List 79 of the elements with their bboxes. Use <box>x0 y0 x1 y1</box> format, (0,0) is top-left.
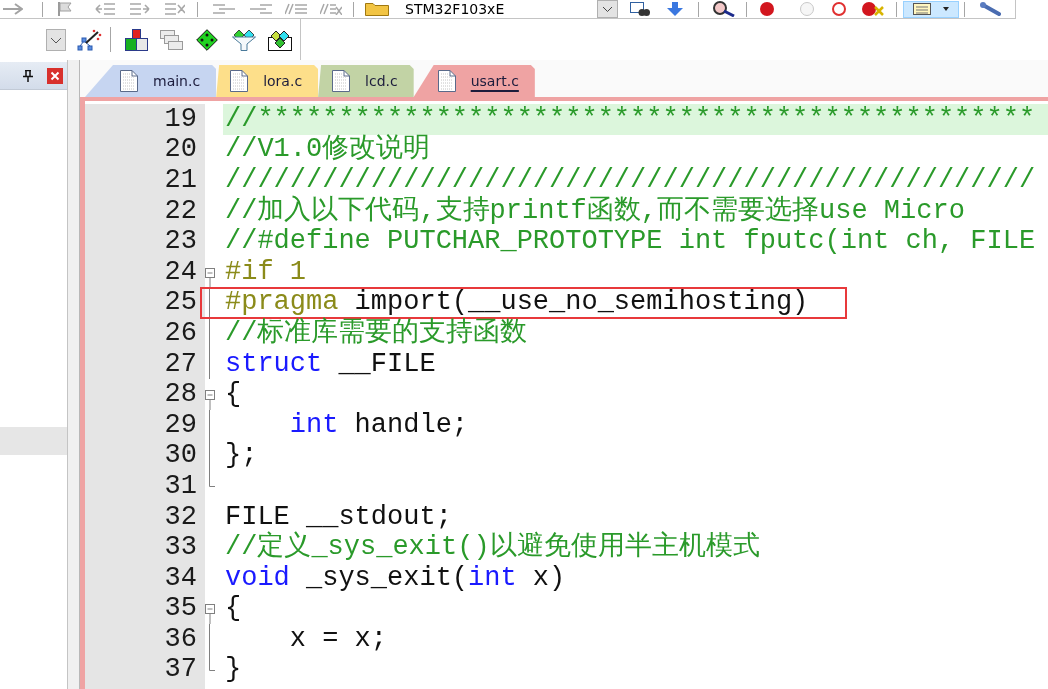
left-arrow-lines-icon[interactable] <box>95 2 115 16</box>
code-line: #pragma import(__use_no_semihosting) <box>225 289 809 317</box>
code-line: }; <box>225 442 258 470</box>
blocks-icon[interactable] <box>125 28 148 51</box>
close-icon[interactable] <box>47 67 63 84</box>
file-tab[interactable]: lora.c <box>216 65 319 97</box>
fold-line <box>209 624 210 655</box>
fold-end-marker <box>209 471 215 488</box>
file-tab[interactable]: lcd.c <box>318 65 414 97</box>
cross-lines-icon[interactable] <box>165 2 185 16</box>
line-number: 36 <box>164 625 197 653</box>
slash-lines-icon[interactable] <box>285 3 307 15</box>
line-number: 24 <box>164 258 197 286</box>
line-number: 26 <box>164 319 197 347</box>
filled-circle-icon[interactable] <box>760 2 774 16</box>
rod-icon[interactable] <box>979 2 1001 16</box>
code-line: //加入以下代码,支持printf函数,而不需要选择use Micro <box>225 197 965 225</box>
outline-circle-icon[interactable] <box>832 2 846 16</box>
stacked-windows-icon[interactable] <box>160 29 183 50</box>
pin-icon[interactable] <box>23 69 33 82</box>
document-icon <box>332 70 351 92</box>
fold-toggle-icon[interactable] <box>205 604 215 625</box>
code-line: //#define PUTCHAR_PROTOTYPE int fputc(int ch, FILE <box>225 228 1036 256</box>
diamonds-box-icon[interactable] <box>268 28 292 51</box>
line-number: 30 <box>164 442 197 470</box>
code-line: ////////////////////////////////////////////////// <box>225 167 1036 194</box>
code-line: //标准库需要的支持函数 <box>225 319 528 347</box>
right-arrow-icon[interactable] <box>3 3 23 15</box>
flag-icon[interactable] <box>58 2 72 16</box>
code-line: { <box>225 595 242 623</box>
code-line: { <box>225 381 242 409</box>
target-dropdown[interactable]: STM32F103xE <box>397 0 618 18</box>
code-line: x = x; <box>288 625 388 653</box>
line-number: 21 <box>164 167 197 194</box>
code-line: int handle; <box>288 411 469 439</box>
chevron-icon[interactable] <box>597 0 618 18</box>
line-number: 22 <box>164 197 197 225</box>
code-line: void _sys_exit(int x) <box>225 564 566 592</box>
window-binoculars-icon[interactable] <box>630 2 650 16</box>
list-window-icon <box>913 3 931 15</box>
line-number: 33 <box>164 534 197 562</box>
line-number: 37 <box>164 656 197 684</box>
document-icon <box>230 70 249 92</box>
line-number: 20 <box>164 136 197 164</box>
line-number: 19 <box>164 105 197 133</box>
line-number: 27 <box>164 350 197 378</box>
magnifier-icon[interactable] <box>713 1 735 17</box>
slash-lines-cross-icon[interactable] <box>320 3 342 15</box>
code-line: FILE __stdout; <box>225 503 452 531</box>
code-line: //************************************************ <box>225 105 1036 133</box>
file-tab[interactable]: usart.c <box>413 65 535 97</box>
folder-icon[interactable] <box>365 2 389 16</box>
magic-wand-icon[interactable] <box>77 28 102 51</box>
circle-cross-icon[interactable] <box>862 2 884 16</box>
code-line: //V1.0修改说明 <box>225 136 431 164</box>
fold-end-marker <box>209 654 215 671</box>
code-line: struct __FILE <box>225 350 436 378</box>
line-number: 29 <box>164 411 197 439</box>
line-number: 32 <box>164 503 197 531</box>
toolbar-button[interactable] <box>903 0 959 18</box>
funnel-icon[interactable] <box>232 28 256 51</box>
line-number: 35 <box>164 595 197 623</box>
line-number: 31 <box>164 472 197 500</box>
code-line: #if 1 <box>225 258 306 286</box>
line-number: 34 <box>164 564 197 592</box>
fold-toggle-icon[interactable] <box>205 389 215 410</box>
right-arrow-lines-icon[interactable] <box>130 2 150 16</box>
line-number: 23 <box>164 228 197 256</box>
document-icon <box>437 70 456 92</box>
code-line: } <box>225 656 242 684</box>
down-arrow-icon[interactable] <box>667 2 683 16</box>
chevron-icon[interactable] <box>46 28 66 51</box>
caret-icon <box>943 7 949 11</box>
line-number: 25 <box>164 289 197 317</box>
document-icon <box>120 70 138 92</box>
file-tab[interactable]: main.c <box>85 65 217 97</box>
fold-toggle-icon[interactable] <box>205 267 215 288</box>
diamond-icon[interactable] <box>196 28 218 51</box>
line-number: 28 <box>164 381 197 409</box>
